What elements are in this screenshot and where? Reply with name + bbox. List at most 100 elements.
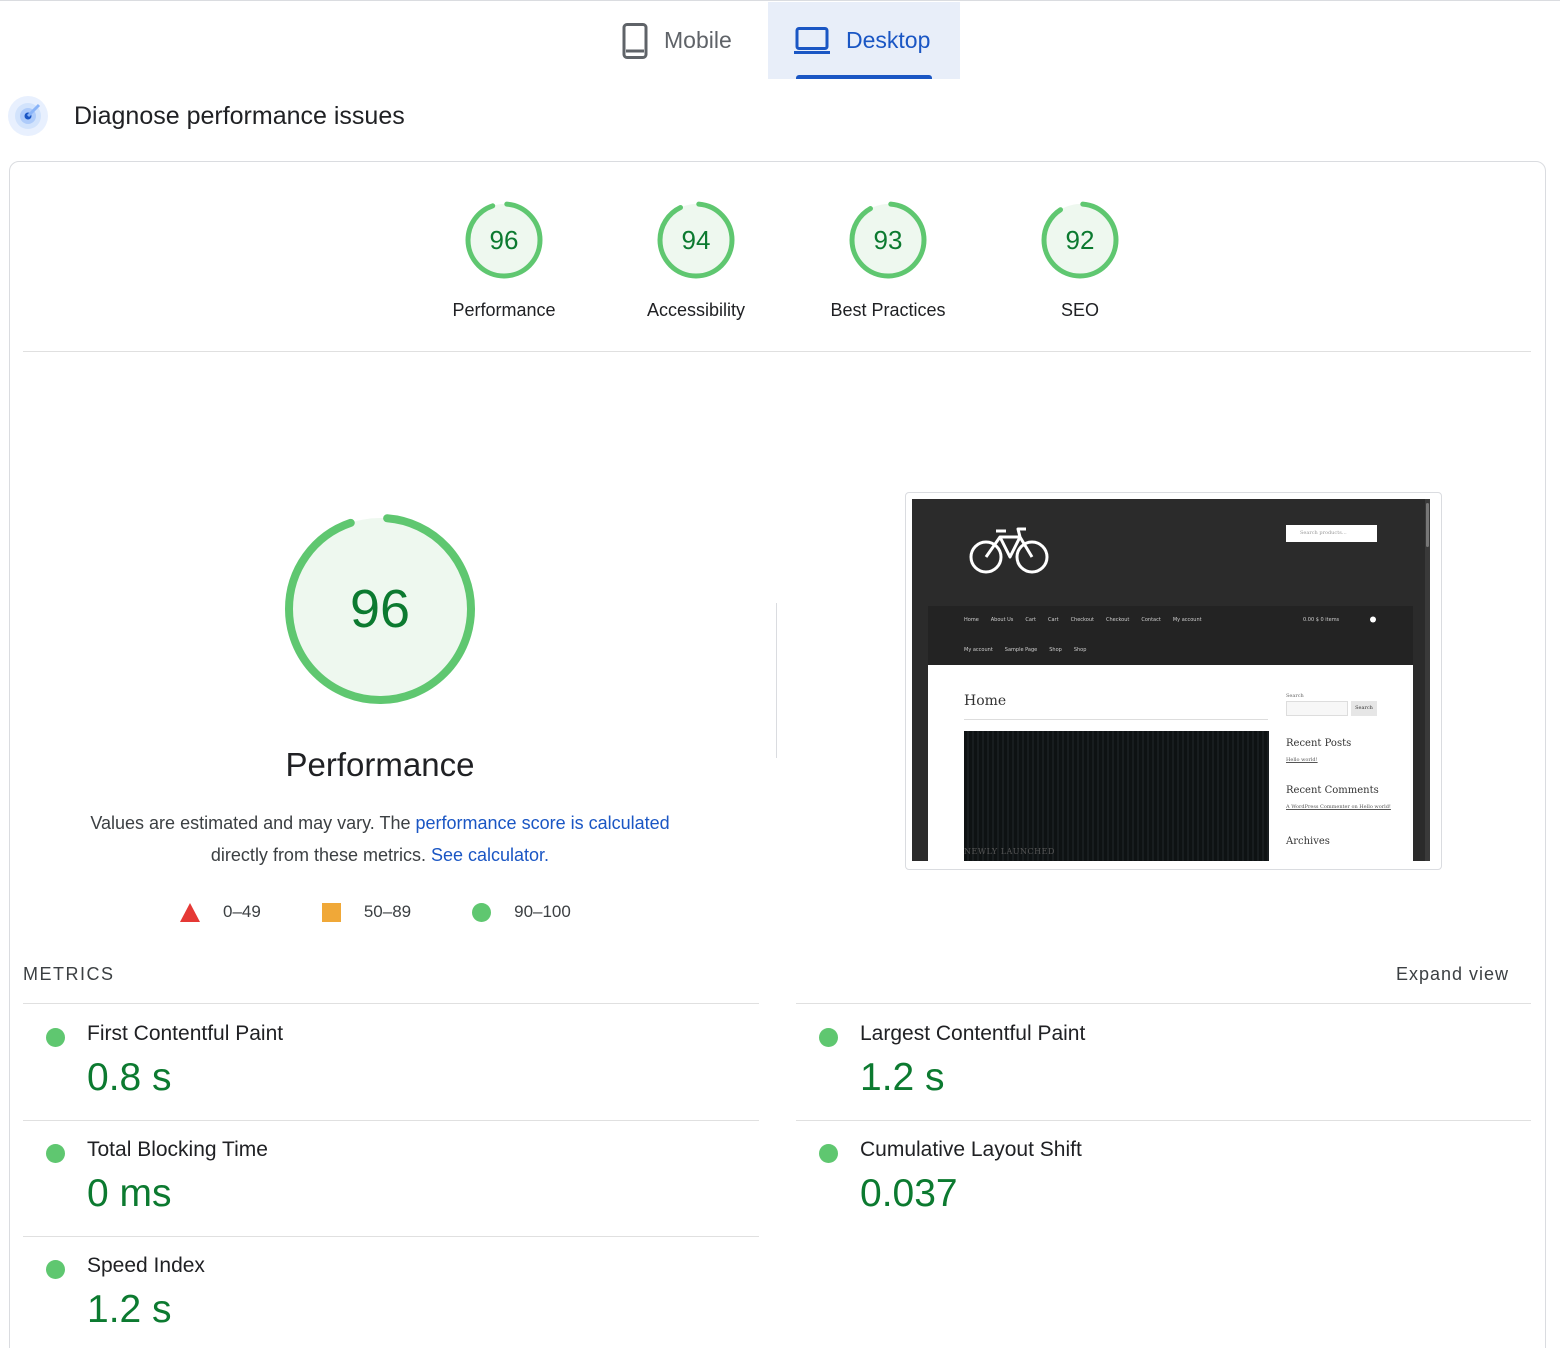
gauge-label: SEO — [1060, 300, 1099, 320]
nav-item: Cart — [1047, 617, 1059, 623]
expand-view-button[interactable]: Expand view — [1396, 964, 1509, 985]
screenshot-page-title: Home — [964, 693, 1007, 709]
nav-item: Contact — [1141, 617, 1161, 623]
metrics-heading: METRICS — [23, 964, 115, 984]
metric-title: First Contentful Paint — [87, 1022, 284, 1045]
metrics-divider — [796, 1120, 1531, 1121]
nav-item: Sample Page — [1004, 647, 1038, 653]
desc-text: Values are estimated and may vary. The — [90, 813, 416, 833]
gauge-label: Best Practices — [830, 300, 946, 320]
score-legend: 0–49 50–89 90–100 — [180, 902, 571, 922]
metric-value: 0 ms — [87, 1172, 172, 1215]
screenshot-hero-image: NEWLY LAUNCHED — [964, 731, 1269, 861]
tab-mobile-label: Mobile — [664, 27, 732, 53]
desc-text: directly from these metrics. — [210, 845, 431, 865]
metric-title: Speed Index — [87, 1254, 205, 1277]
metric-title: Largest Contentful Paint — [860, 1022, 1086, 1045]
gauge-score: 92 — [1065, 224, 1095, 255]
metrics-divider — [23, 1236, 759, 1237]
nav-item: Home — [964, 617, 979, 623]
nav-item: My account — [1172, 617, 1202, 623]
gauge-best-practices[interactable]: 93 Best Practices — [792, 200, 984, 321]
tab-desktop[interactable]: Desktop — [768, 2, 960, 79]
screenshot-comment-link: A WordPress Commenter on Hello world! — [1286, 804, 1391, 810]
legend-pass: 90–100 — [472, 902, 571, 922]
lighthouse-icon — [8, 96, 48, 136]
nav-item: Checkout — [1070, 617, 1094, 623]
legend-average: 50–89 — [321, 902, 412, 922]
gauge-score: 93 — [873, 224, 903, 255]
metrics-divider — [23, 1003, 759, 1004]
performance-title: Performance — [285, 746, 475, 783]
gauge-seo[interactable]: 92 SEO — [984, 200, 1176, 321]
laptop-icon — [794, 26, 830, 54]
screenshot-nav-row: Home About Us Cart Cart Checkout Checkou… — [964, 617, 1202, 623]
gauge-score: 94 — [681, 224, 711, 255]
legend-fail-label: 0–49 — [223, 902, 261, 921]
tab-mobile[interactable]: Mobile — [596, 2, 768, 79]
performance-description: Values are estimated and may vary. The p… — [40, 807, 720, 871]
score-gauges: 96 Performance 94 Accessibility 93 Best … — [408, 200, 1176, 321]
pass-circle-icon — [819, 1144, 838, 1163]
screenshot-cart: 0.00 $ 0 items — [1303, 617, 1340, 623]
metric-value: 1.2 s — [860, 1056, 945, 1099]
gauge-label: Performance — [452, 300, 556, 320]
screenshot-scroll-thumb — [1426, 503, 1429, 547]
screenshot-title-divider — [964, 719, 1268, 720]
screenshot-search-label: Search — [1286, 693, 1304, 699]
gauge-score: 96 — [489, 224, 519, 255]
nav-item: Checkout — [1105, 617, 1130, 623]
metric-title: Cumulative Layout Shift — [860, 1138, 1082, 1161]
screenshot-nav-row: My account Sample Page Shop Shop — [964, 647, 1086, 653]
metric-value: 1.2 s — [87, 1288, 172, 1331]
screenshot-post-link: Hello world! — [1286, 757, 1318, 763]
metrics-divider — [796, 1003, 1531, 1004]
metric-title: Total Blocking Time — [87, 1138, 268, 1161]
nav-item: Cart — [1025, 617, 1036, 623]
legend-fail: 0–49 — [180, 902, 261, 922]
pass-circle-icon — [46, 1028, 65, 1047]
performance-gauge-large: 96 — [281, 510, 479, 708]
tab-desktop-label: Desktop — [846, 27, 931, 53]
circle-icon — [472, 902, 492, 922]
legend-pass-label: 90–100 — [514, 902, 571, 921]
pass-circle-icon — [819, 1028, 838, 1047]
pass-circle-icon — [46, 1260, 65, 1279]
performance-score: 96 — [349, 579, 411, 639]
screenshot-scrollbar — [1425, 499, 1430, 861]
gauge-performance[interactable]: 96 Performance — [408, 200, 600, 321]
cart-icon — [1370, 616, 1376, 623]
bicycle-logo-icon — [969, 527, 1049, 574]
gauge-accessibility[interactable]: 94 Accessibility — [600, 200, 792, 321]
legend-average-label: 50–89 — [363, 902, 412, 921]
score-calculated-link[interactable]: performance score is calculated — [416, 813, 670, 833]
smartphone-icon — [622, 22, 648, 59]
see-calculator-link[interactable]: See calculator. — [431, 845, 549, 865]
nav-item: Shop — [1073, 647, 1087, 653]
screenshot-recent-comments: Recent Comments — [1286, 785, 1379, 796]
metric-value: 0.8 s — [87, 1056, 172, 1099]
diagnose-header: Diagnose performance issues — [8, 96, 405, 136]
screenshot-hero-text: NEWLY LAUNCHED — [964, 847, 1055, 856]
section-divider — [23, 351, 1531, 352]
metrics-divider — [23, 1120, 759, 1121]
page-title: Diagnose performance issues — [74, 101, 405, 130]
screenshot-sidebar: Search Search Recent Posts Hello world! … — [1286, 693, 1396, 847]
square-icon — [321, 902, 341, 922]
triangle-icon — [180, 902, 200, 922]
gauge-label: Accessibility — [646, 300, 746, 320]
nav-item: Shop — [1049, 647, 1062, 653]
screenshot-archives: Archives — [1286, 836, 1330, 847]
pass-circle-icon — [46, 1144, 65, 1163]
screenshot-search-input: Search products… — [1286, 525, 1377, 542]
top-divider — [0, 0, 1560, 1]
screenshot-content: Home NEWLY LAUNCHED Search Search Recent… — [928, 665, 1413, 861]
screenshot-recent-posts: Recent Posts — [1286, 738, 1352, 749]
vertical-divider — [776, 603, 777, 758]
nav-item: My account — [964, 647, 993, 653]
screenshot-sidebar-search-input — [1286, 701, 1348, 716]
device-tabs: Mobile Desktop — [596, 2, 960, 79]
final-screenshot: Search products… Home About Us Cart Cart… — [912, 499, 1430, 861]
metric-value: 0.037 — [860, 1172, 958, 1215]
nav-item: About Us — [990, 617, 1014, 623]
